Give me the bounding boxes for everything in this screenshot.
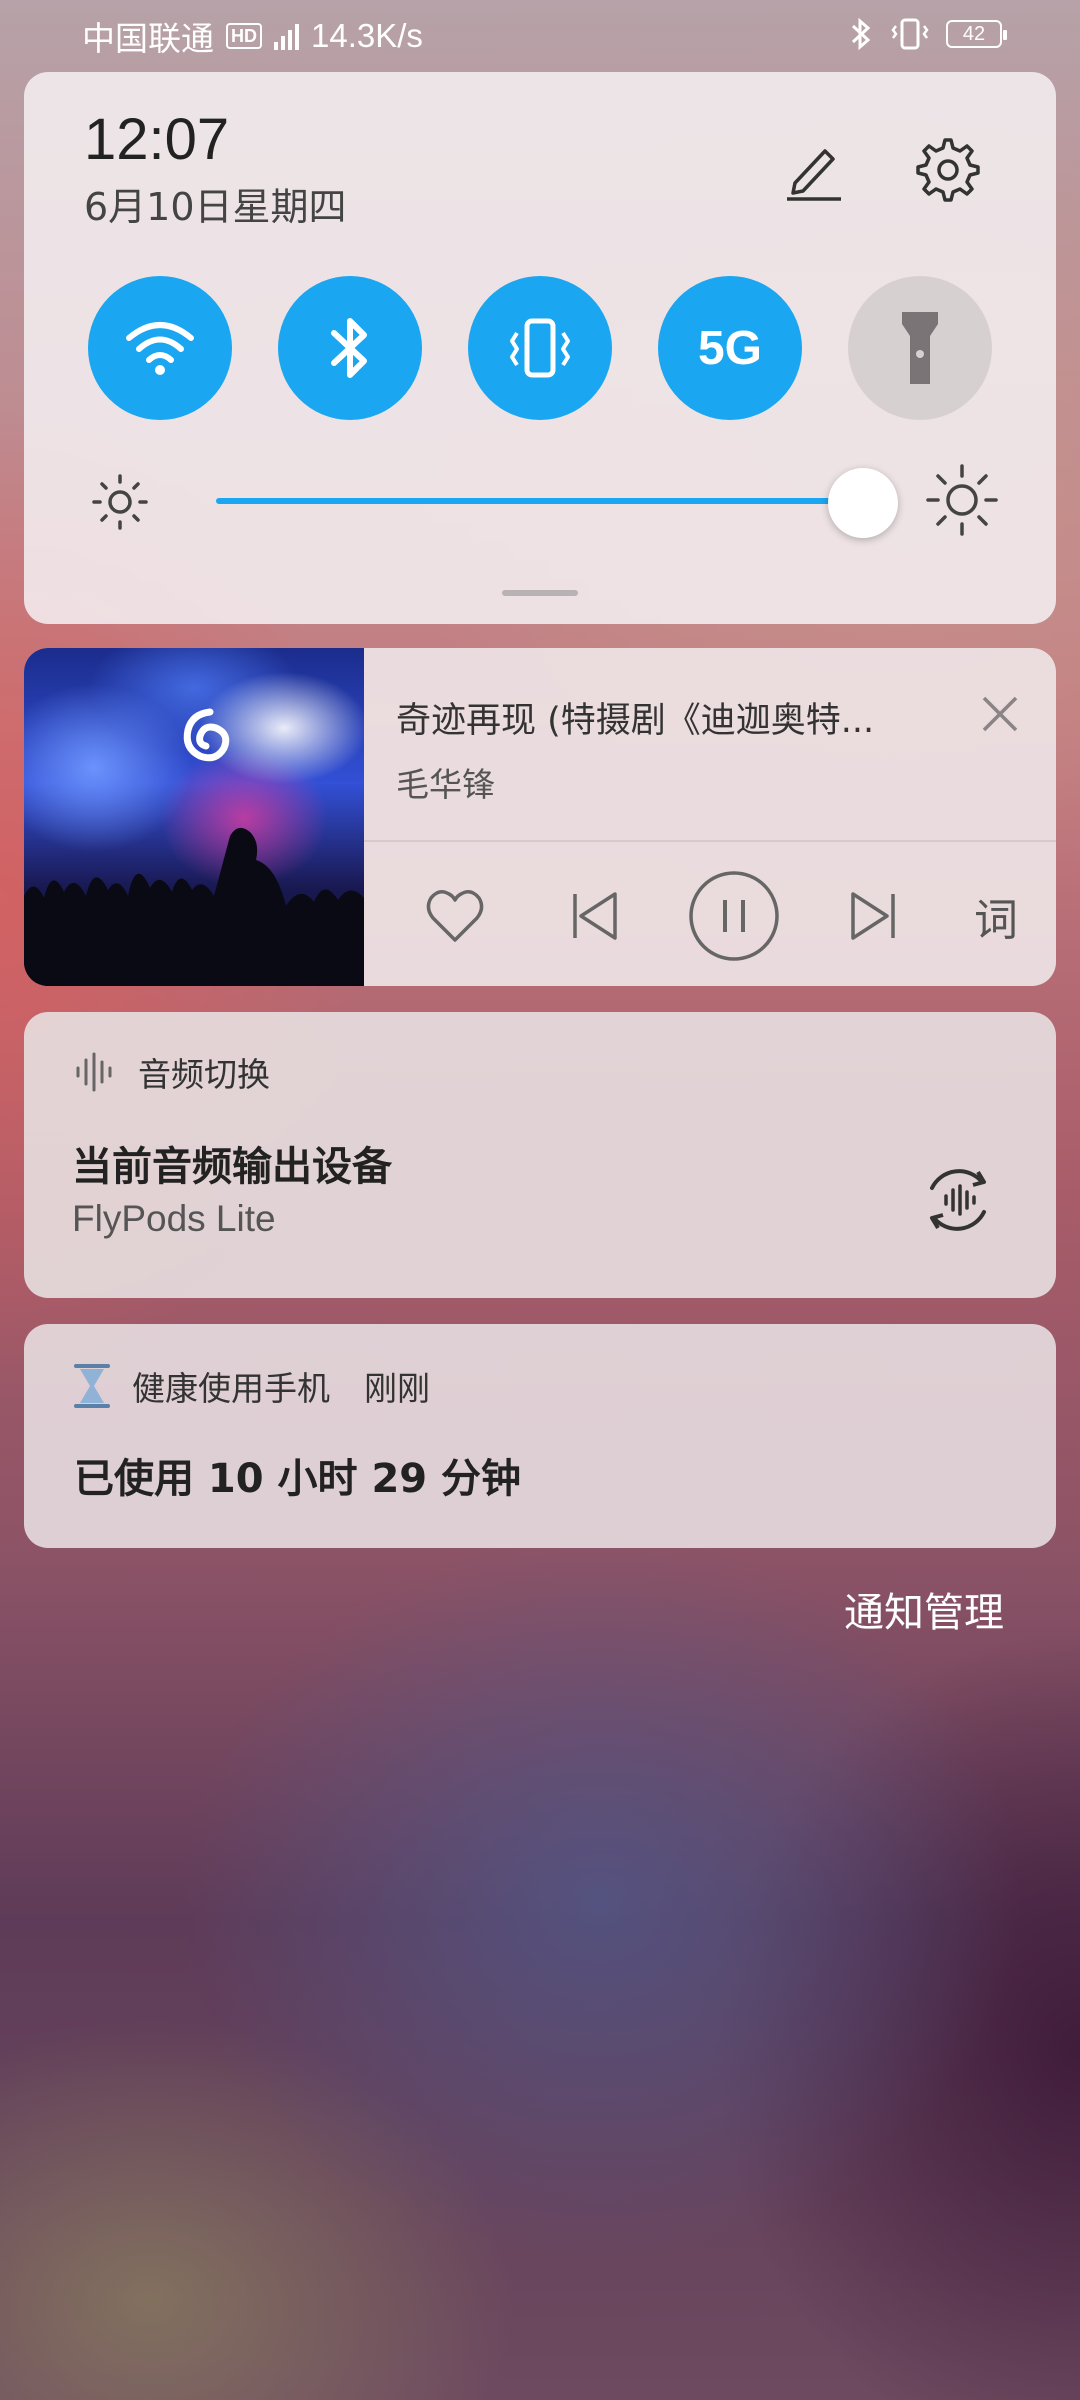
clock-date[interactable]: 6月10日星期四 <box>84 176 347 231</box>
audio-switch-app-name: 音频切换 <box>138 1055 270 1094</box>
quick-toggles: 5G <box>88 276 992 420</box>
edit-button[interactable] <box>776 132 852 208</box>
hd-icon: HD <box>226 23 262 49</box>
netease-music-logo <box>183 708 230 762</box>
bluetooth-toggle[interactable] <box>278 276 422 420</box>
health-time: 刚刚 <box>364 1369 430 1408</box>
flashlight-icon <box>902 312 938 384</box>
wifi-icon <box>126 322 194 375</box>
album-art <box>24 648 364 986</box>
status-bar: 中国联通 HD 14.3K/s 42 <box>0 0 1080 70</box>
audio-output-device: FlyPods Lite <box>72 1198 276 1239</box>
notification-management-button[interactable]: 通知管理 <box>844 1580 1004 1638</box>
clock-time[interactable]: 12:07 <box>84 106 229 173</box>
carrier-label: 中国联通 <box>82 20 214 57</box>
song-artist: 毛华锋 <box>396 765 495 804</box>
health-header: 健康使用手机 刚刚 <box>74 1362 430 1410</box>
settings-button[interactable] <box>910 132 986 208</box>
bluetooth-icon <box>851 17 871 51</box>
music-divider <box>364 840 1056 842</box>
signal-5g-icon <box>274 22 299 50</box>
wifi-toggle[interactable] <box>88 276 232 420</box>
settings-icon <box>916 138 980 202</box>
bluetooth-icon <box>331 318 367 378</box>
5g-toggle[interactable]: 5G <box>658 276 802 420</box>
next-button[interactable] <box>818 866 928 966</box>
network-speed: 14.3K/s <box>311 17 423 54</box>
5g-label: 5G <box>697 321 763 375</box>
song-title: 奇迹再现 (特摄剧《迪迦奥特... <box>396 701 875 741</box>
close-icon[interactable] <box>974 688 1026 740</box>
quick-settings-panel: 12:07 6月10日星期四 5G <box>24 72 1056 624</box>
flashlight-toggle[interactable] <box>848 276 992 420</box>
audio-switch-notification[interactable]: 音频切换 当前音频输出设备 FlyPods Lite <box>24 1012 1056 1298</box>
heart-icon <box>426 890 484 942</box>
skip-next-icon <box>851 892 895 940</box>
vibrate-icon <box>891 18 929 50</box>
health-app-name: 健康使用手机 <box>132 1369 330 1408</box>
brightness-slider-knob[interactable] <box>828 468 898 538</box>
health-usage-message: 已使用 10 小时 29 分钟 <box>74 1456 522 1502</box>
status-right: 42 <box>848 16 1007 52</box>
previous-button[interactable] <box>540 866 650 966</box>
vibrate-toggle[interactable] <box>468 276 612 420</box>
audio-output-title: 当前音频输出设备 <box>72 1144 392 1190</box>
music-notification[interactable]: 奇迹再现 (特摄剧《迪迦奥特... 毛华锋 词 <box>24 648 1056 986</box>
lyrics-button[interactable]: 词 <box>956 866 1036 966</box>
sound-wave-icon <box>76 1052 112 1092</box>
brightness-high-icon <box>926 464 998 536</box>
skip-previous-icon <box>573 892 617 940</box>
brightness-low-icon <box>92 474 148 530</box>
health-usage-notification[interactable]: 健康使用手机 刚刚 已使用 10 小时 29 分钟 <box>24 1324 1056 1548</box>
status-left: 中国联通 HD 14.3K/s <box>82 12 423 60</box>
hourglass-icon <box>74 1364 110 1408</box>
brightness-slider[interactable] <box>216 498 864 504</box>
concert-crowd-image <box>24 827 364 986</box>
like-button[interactable] <box>400 866 510 966</box>
audio-switch-icon[interactable] <box>918 1160 998 1240</box>
battery-icon: 42 <box>946 20 1007 48</box>
vibrate-icon <box>510 318 570 378</box>
pause-icon <box>689 871 779 961</box>
pause-button[interactable] <box>664 866 804 966</box>
battery-level: 42 <box>962 23 986 45</box>
edit-icon <box>787 149 841 201</box>
audio-switch-header: 音频切换 <box>72 1048 270 1096</box>
panel-drag-handle[interactable] <box>502 590 578 596</box>
